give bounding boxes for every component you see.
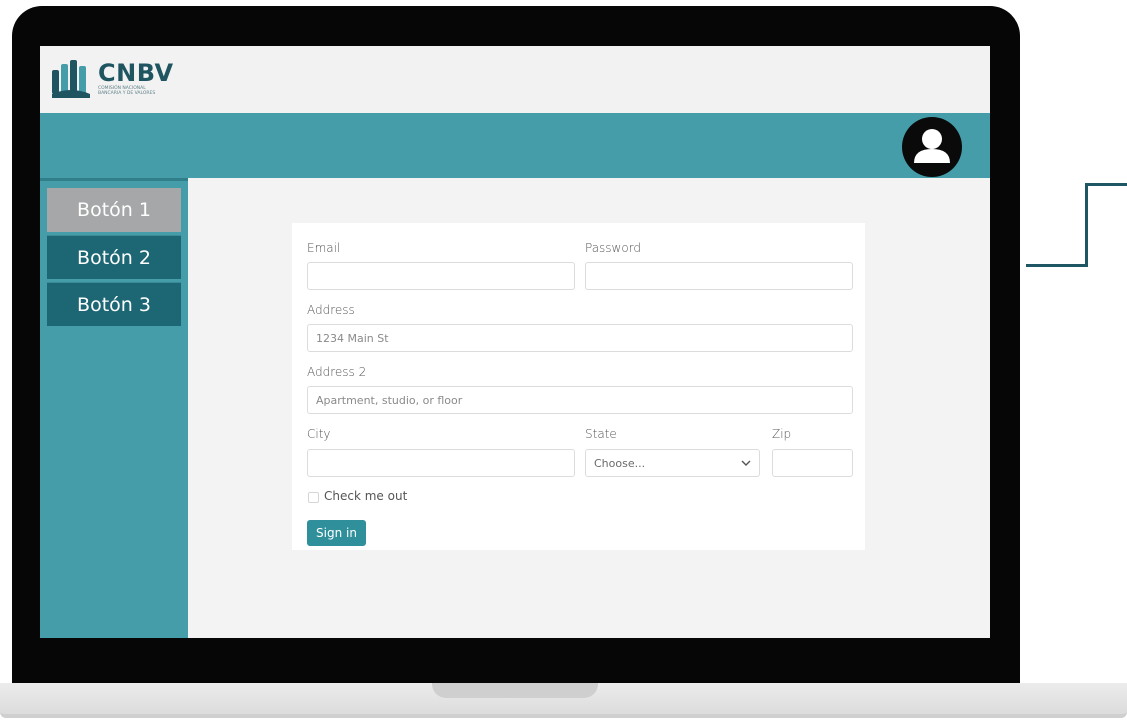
password-field[interactable] xyxy=(585,262,853,290)
address-field[interactable]: 1234 Main St xyxy=(307,324,853,352)
logo-subtitle-line2: BANCARIA Y DE VALORES xyxy=(98,91,156,96)
sidebar-edge xyxy=(40,178,188,181)
address-label: Address xyxy=(307,303,355,317)
laptop-notch xyxy=(432,683,598,698)
laptop-mockup: CNBV COMISIÓN NACIONAL BANCARIA Y DE VAL… xyxy=(0,0,1127,721)
check-me-out-label: Check me out xyxy=(324,489,408,503)
app-header: CNBV COMISIÓN NACIONAL BANCARIA Y DE VAL… xyxy=(40,46,990,113)
sign-in-button[interactable]: Sign in xyxy=(307,520,366,546)
email-label: Email xyxy=(307,241,341,255)
sidebar: Botón 1 Botón 2 Botón 3 xyxy=(40,178,188,638)
sidebar-button-3[interactable]: Botón 3 xyxy=(47,282,181,326)
address2-placeholder: Apartment, studio, or floor xyxy=(316,393,463,407)
email-field[interactable] xyxy=(307,262,575,290)
callout-connector-line xyxy=(1026,183,1088,267)
password-label: Password xyxy=(585,241,642,255)
state-label: State xyxy=(585,427,617,441)
sidebar-button-1[interactable]: Botón 1 xyxy=(47,188,181,232)
logo-name: CNBV xyxy=(98,58,174,87)
address-form: Email Password Address 1234 Main St Addr… xyxy=(292,223,865,550)
sidebar-button-2[interactable]: Botón 2 xyxy=(47,235,181,279)
address2-label: Address 2 xyxy=(307,365,367,379)
app-screen: CNBV COMISIÓN NACIONAL BANCARIA Y DE VAL… xyxy=(40,46,990,638)
cnbv-logo-mark-icon xyxy=(52,60,90,98)
user-circle-icon[interactable] xyxy=(902,117,962,177)
zip-label: Zip xyxy=(772,427,792,441)
state-select[interactable]: Choose... xyxy=(585,449,760,477)
check-me-out-checkbox[interactable] xyxy=(308,492,319,503)
callout-connector-tip xyxy=(1085,183,1127,186)
chevron-down-icon xyxy=(741,460,751,466)
address2-field[interactable]: Apartment, studio, or floor xyxy=(307,386,853,414)
city-label: City xyxy=(307,427,331,441)
city-field[interactable] xyxy=(307,449,575,477)
top-banner xyxy=(40,113,990,178)
logo-text: CNBV COMISIÓN NACIONAL BANCARIA Y DE VAL… xyxy=(98,60,188,97)
address-placeholder: 1234 Main St xyxy=(316,331,389,345)
zip-field[interactable] xyxy=(772,449,853,477)
state-selected-value: Choose... xyxy=(594,456,646,470)
cnbv-logo[interactable]: CNBV COMISIÓN NACIONAL BANCARIA Y DE VAL… xyxy=(49,56,188,100)
